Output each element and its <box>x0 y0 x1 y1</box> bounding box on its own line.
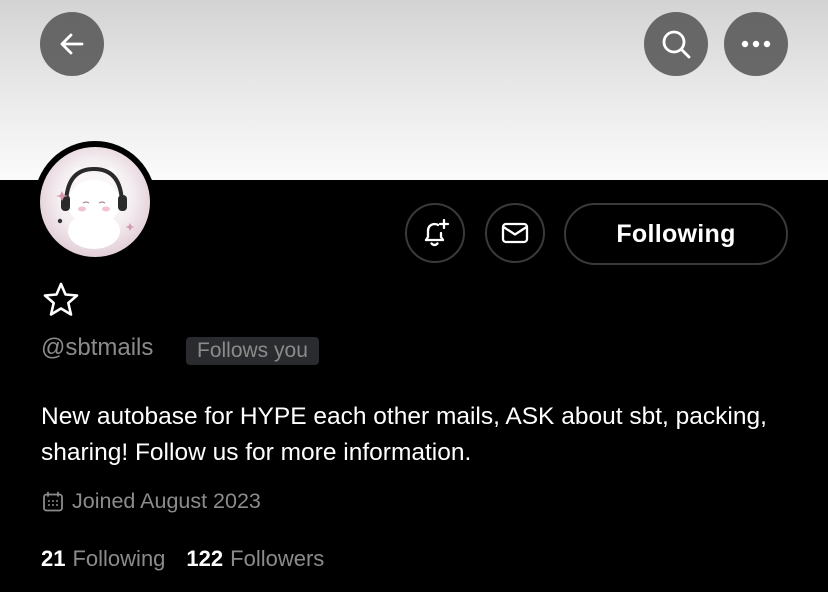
followers-count: 122 <box>186 546 224 571</box>
more-button[interactable] <box>724 12 788 76</box>
follow-stats: 21 Following 122 Followers <box>41 546 324 572</box>
following-count: 21 <box>41 546 66 571</box>
following-button[interactable]: Following <box>564 203 788 265</box>
followers-label: Followers <box>230 546 325 571</box>
search-button[interactable] <box>644 12 708 76</box>
followers-link[interactable]: 122 Followers <box>186 546 324 572</box>
avatar[interactable] <box>34 141 156 263</box>
profile-handle: @sbtmails <box>41 334 154 361</box>
more-horizontal-icon <box>741 40 771 48</box>
avatar-image <box>40 147 150 257</box>
bell-plus-icon <box>424 218 450 247</box>
envelope-icon <box>501 222 529 244</box>
following-label: Following <box>72 546 166 571</box>
joined-date: Joined August 2023 <box>42 489 261 514</box>
star-outline-icon <box>43 282 79 316</box>
following-link[interactable]: 21 Following <box>41 546 165 572</box>
profile-screen: Following @sbtmails Follows you New auto… <box>0 0 828 592</box>
follows-you-badge: Follows you <box>186 337 319 365</box>
arrow-left-icon <box>60 33 84 55</box>
profile-bio: New autobase for HYPE each other mails, … <box>41 403 767 466</box>
calendar-icon <box>43 491 63 511</box>
search-icon <box>662 30 691 59</box>
joined-text: Joined August 2023 <box>72 489 261 513</box>
message-button[interactable] <box>485 203 545 263</box>
notify-button[interactable] <box>405 203 465 263</box>
back-button[interactable] <box>40 12 104 76</box>
